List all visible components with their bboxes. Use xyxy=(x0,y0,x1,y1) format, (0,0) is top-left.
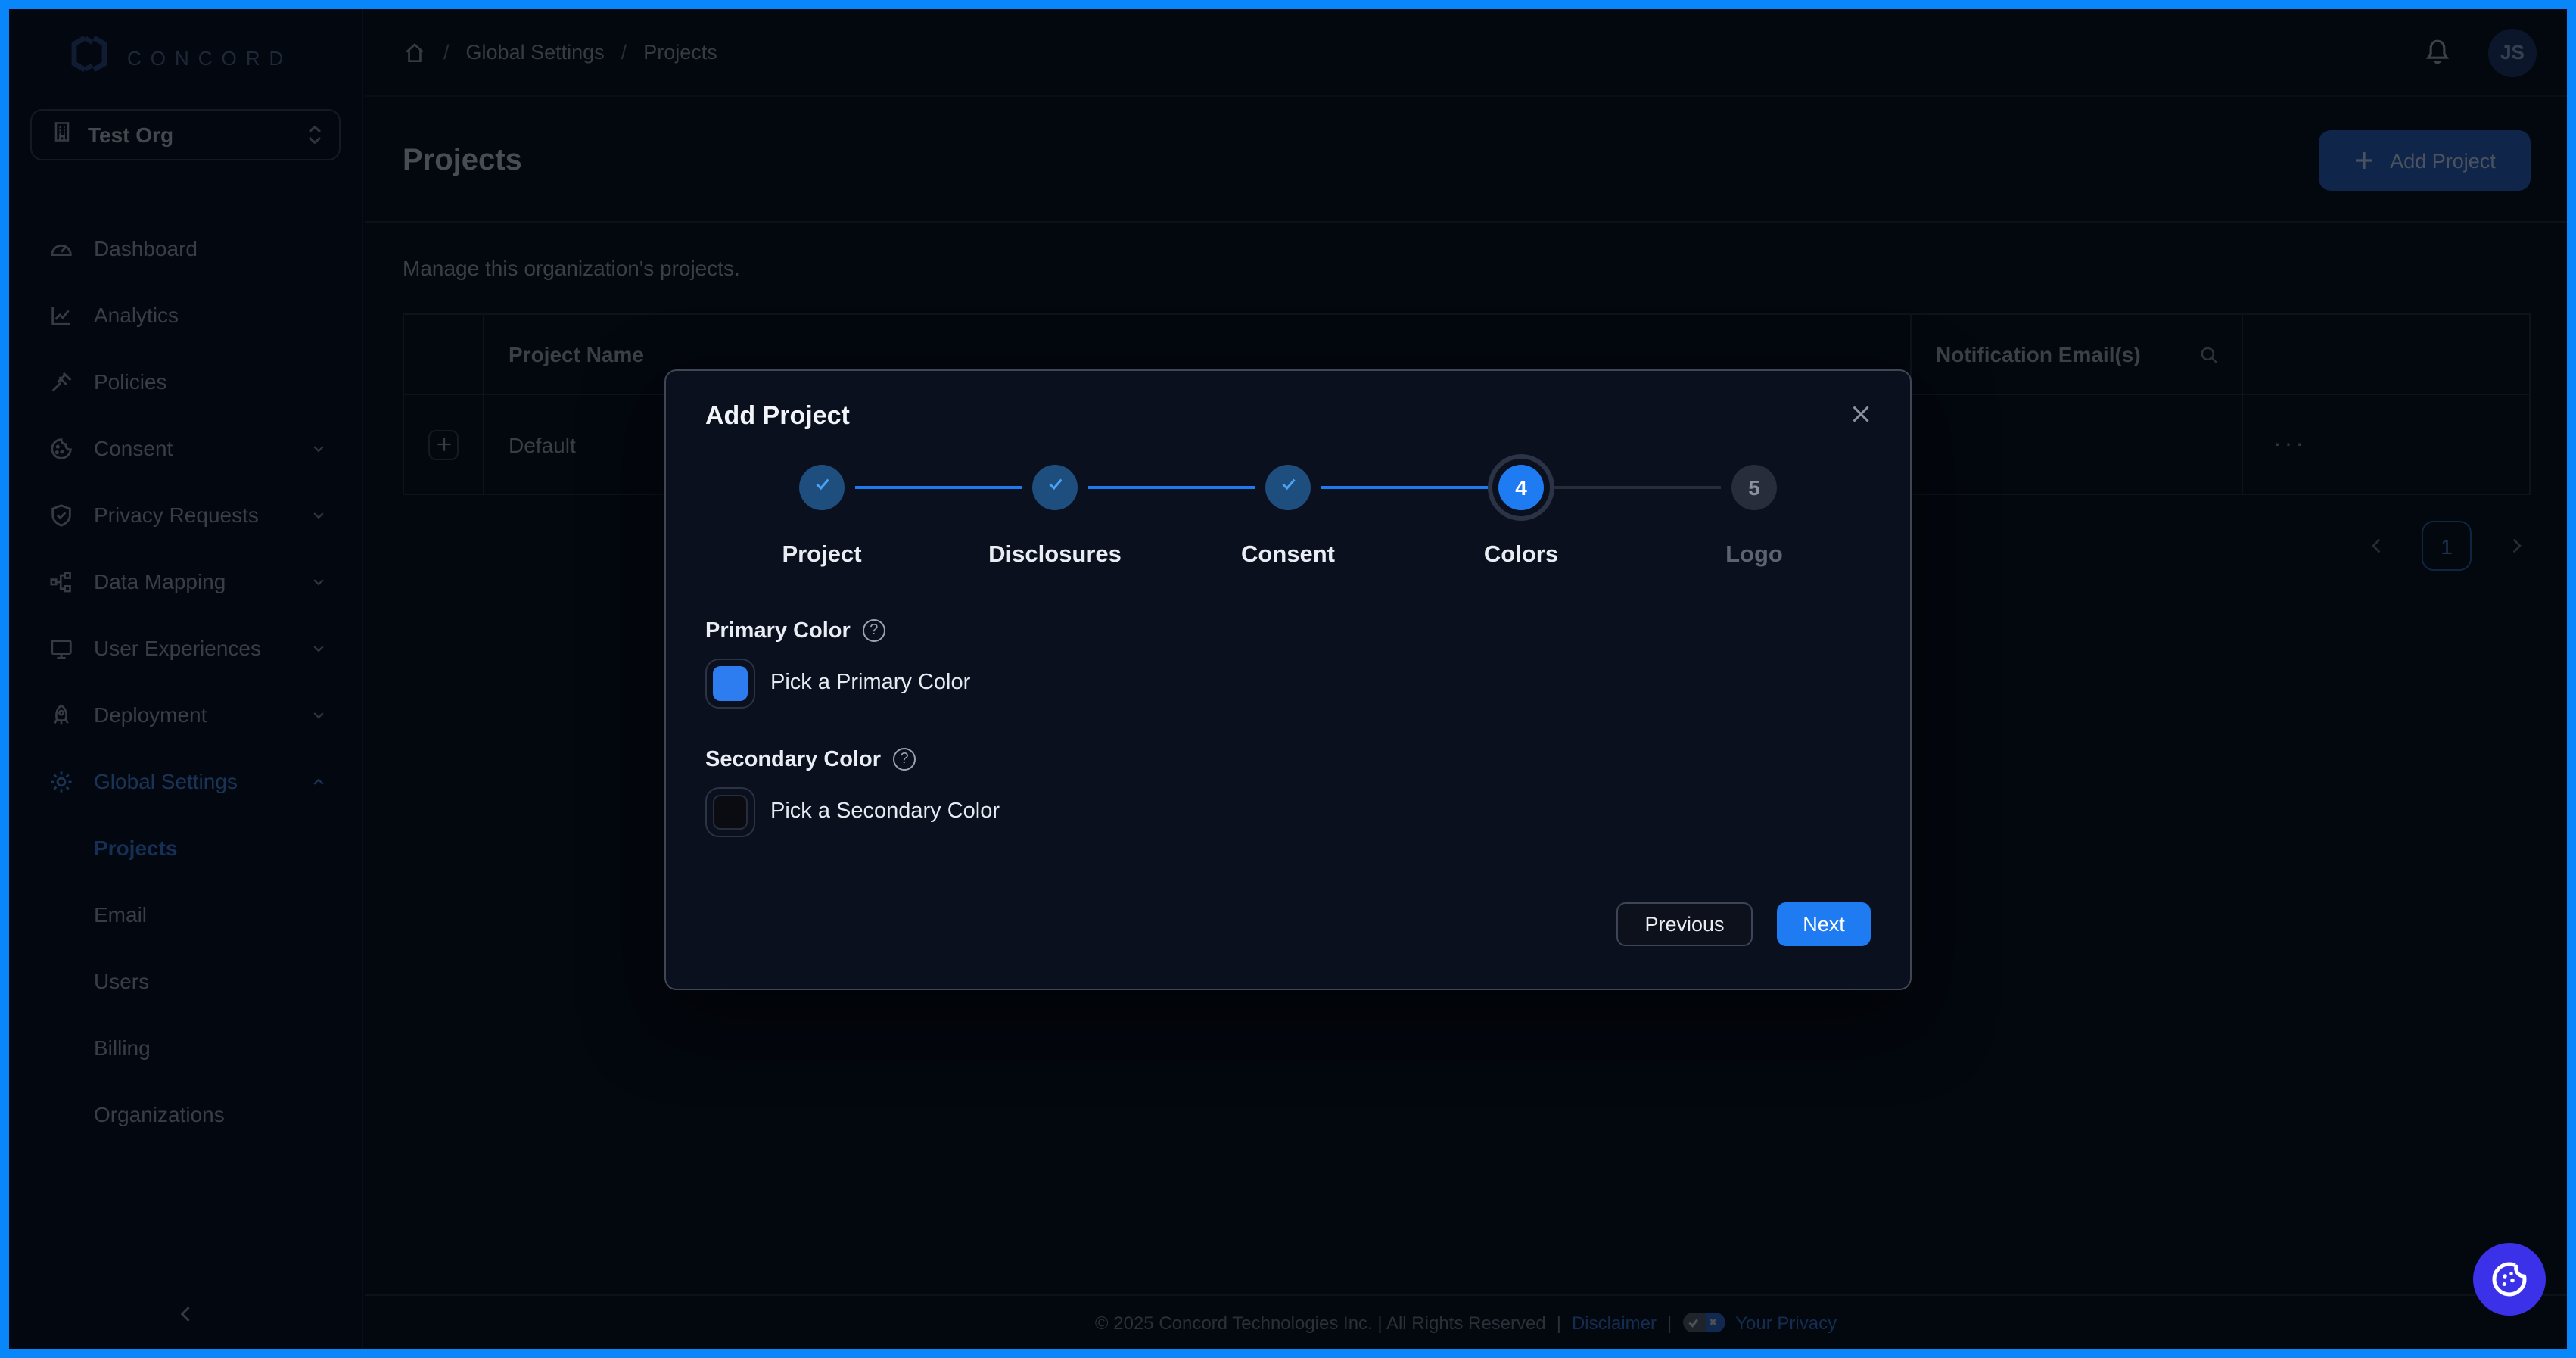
check-icon xyxy=(810,472,833,502)
help-icon[interactable] xyxy=(863,619,885,642)
step-consent-circle[interactable] xyxy=(1265,464,1311,509)
step-label-consent: Consent xyxy=(1241,541,1335,568)
check-icon xyxy=(1277,472,1299,502)
secondary-color-swatch xyxy=(713,794,748,829)
close-icon[interactable] xyxy=(1848,400,1874,426)
step-label-logo: Logo xyxy=(1725,541,1783,568)
step-logo-circle[interactable]: 5 xyxy=(1731,464,1777,509)
step-disclosures-circle[interactable] xyxy=(1032,464,1078,509)
primary-color-label: Primary Color xyxy=(705,618,851,643)
stepper: 4 5 Project Disclosures Consent Colors L… xyxy=(705,447,1871,593)
secondary-picker-label: Pick a Secondary Color xyxy=(770,799,1000,824)
secondary-color-picker[interactable] xyxy=(705,786,755,836)
step-label-colors: Colors xyxy=(1484,541,1558,568)
add-project-modal: Add Project xyxy=(664,369,1912,989)
step-project-circle[interactable] xyxy=(799,464,845,509)
next-button[interactable]: Next xyxy=(1777,902,1871,945)
cookie-consent-button[interactable] xyxy=(2473,1243,2546,1316)
step-colors-circle[interactable]: 4 xyxy=(1498,464,1544,509)
step-label-project: Project xyxy=(782,541,861,568)
cookie-icon xyxy=(2487,1257,2532,1302)
previous-button[interactable]: Previous xyxy=(1616,902,1753,945)
secondary-color-label: Secondary Color xyxy=(705,747,881,771)
primary-color-swatch xyxy=(713,665,748,700)
app-viewport: CONCORD Test Org xyxy=(0,0,2576,1358)
check-icon xyxy=(1044,472,1066,502)
primary-picker-label: Pick a Primary Color xyxy=(770,671,970,695)
step-label-disclosures: Disclosures xyxy=(988,541,1122,568)
help-icon[interactable] xyxy=(893,748,916,771)
modal-title: Add Project xyxy=(705,400,1871,431)
primary-color-picker[interactable] xyxy=(705,658,755,708)
